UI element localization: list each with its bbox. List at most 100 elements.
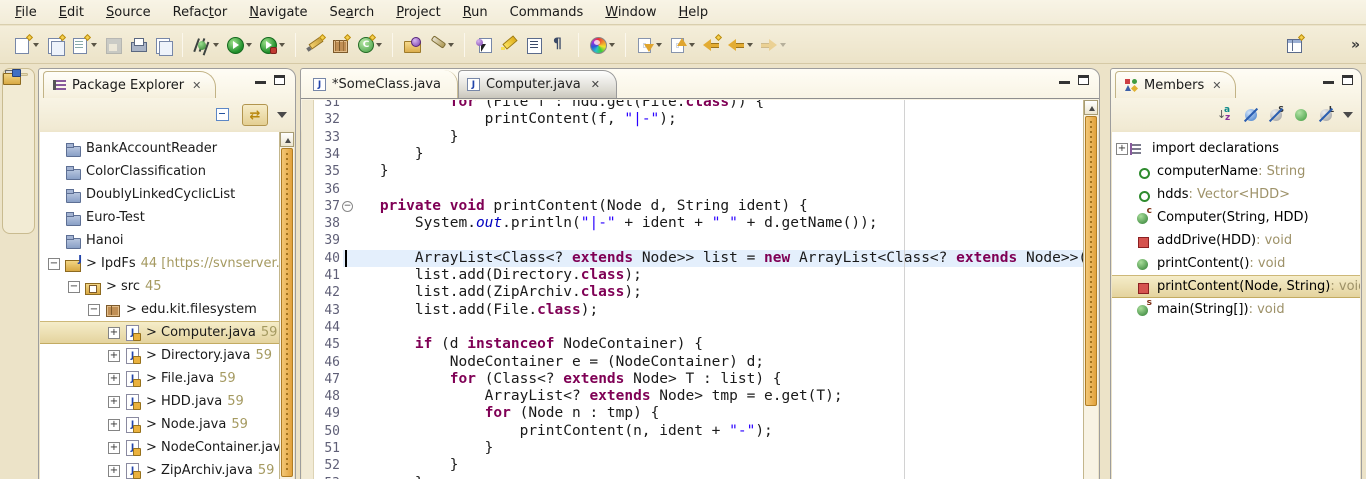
open-type-hierarchy-button[interactable] bbox=[473, 32, 495, 58]
next-annotation-button[interactable] bbox=[634, 32, 664, 58]
view-menu-button[interactable] bbox=[1343, 112, 1353, 118]
editor-tab-computerjava[interactable]: Computer.java✕ bbox=[458, 70, 617, 98]
menu-file[interactable]: File bbox=[4, 0, 48, 25]
maximize-button[interactable] bbox=[274, 75, 285, 85]
new-package-button[interactable] bbox=[329, 32, 351, 58]
hide-local-types-button[interactable]: L bbox=[1318, 107, 1334, 123]
menu-project[interactable]: Project bbox=[385, 0, 452, 25]
dropdown-arrow-icon[interactable] bbox=[780, 43, 786, 47]
tree-item[interactable]: DoublyLinkedCyclicList bbox=[40, 183, 279, 206]
scrollbar-thumb[interactable] bbox=[1085, 116, 1097, 406]
close-icon[interactable]: ✕ bbox=[591, 78, 600, 91]
collapse-icon[interactable]: − bbox=[88, 304, 100, 316]
tree-item[interactable]: BankAccountReader bbox=[40, 137, 279, 160]
previous-annotation-button[interactable] bbox=[667, 32, 697, 58]
tree-item[interactable]: −> src45 bbox=[40, 275, 279, 298]
member-item[interactable]: printContent(Node, String) : void bbox=[1112, 275, 1360, 298]
menu-window[interactable]: Window bbox=[594, 0, 667, 25]
dropdown-arrow-icon[interactable] bbox=[279, 43, 285, 47]
run-external-tools-button[interactable] bbox=[257, 32, 287, 58]
member-item[interactable]: hdds : Vector<HDD> bbox=[1112, 183, 1360, 206]
minimize-button[interactable] bbox=[1059, 75, 1070, 84]
search-button[interactable] bbox=[426, 32, 456, 58]
run-button[interactable] bbox=[224, 32, 254, 58]
hide-static-members-button[interactable]: S bbox=[1268, 107, 1284, 123]
tree-item[interactable]: −> edu.kit.filesystem bbox=[40, 298, 279, 321]
member-item[interactable]: computerName : String bbox=[1112, 160, 1360, 183]
dropdown-arrow-icon[interactable] bbox=[689, 43, 695, 47]
new-class-button[interactable] bbox=[354, 32, 384, 58]
expand-icon[interactable]: + bbox=[108, 442, 120, 454]
tree-item[interactable]: +> NodeContainer.java bbox=[40, 436, 279, 459]
menu-help[interactable]: Help bbox=[668, 0, 720, 25]
tree-item[interactable]: +> File.java59 bbox=[40, 367, 279, 390]
color-palette-button[interactable] bbox=[587, 32, 617, 58]
expand-icon[interactable]: + bbox=[108, 373, 120, 385]
scroll-up-arrow[interactable] bbox=[1084, 100, 1098, 115]
tree-item[interactable]: +> HDD.java59 bbox=[40, 390, 279, 413]
maximize-button[interactable] bbox=[1342, 75, 1353, 85]
mark-occurrences-button[interactable] bbox=[498, 32, 520, 58]
annotation-ruler[interactable] bbox=[302, 100, 314, 479]
hide-non-public-button[interactable] bbox=[1293, 107, 1309, 123]
editor-scrollbar[interactable] bbox=[1083, 100, 1098, 479]
link-with-editor-button[interactable]: ⇄ bbox=[242, 104, 268, 126]
tab-members[interactable]: Members ✕ bbox=[1115, 71, 1236, 98]
new-java-wizard-button[interactable] bbox=[304, 32, 326, 58]
tree-item[interactable]: −> IpdFs44 [https://svnserver.i bbox=[40, 252, 279, 275]
dropdown-arrow-icon[interactable] bbox=[213, 43, 219, 47]
dropdown-arrow-icon[interactable] bbox=[246, 43, 252, 47]
expand-icon[interactable]: + bbox=[108, 419, 120, 431]
pe-scrollbar[interactable] bbox=[279, 132, 294, 479]
member-item[interactable]: cComputer(String, HDD) bbox=[1112, 206, 1360, 229]
member-item[interactable]: smain(String[]) : void bbox=[1112, 298, 1360, 321]
dropdown-arrow-icon[interactable] bbox=[376, 43, 382, 47]
customize-perspective-button[interactable] bbox=[1283, 32, 1305, 58]
fold-collapse-icon[interactable]: − bbox=[342, 201, 353, 212]
hide-fields-button[interactable] bbox=[1243, 107, 1259, 123]
expand-icon[interactable]: + bbox=[108, 327, 120, 339]
menu-source[interactable]: Source bbox=[95, 0, 162, 25]
view-menu-button[interactable] bbox=[277, 112, 287, 118]
scrollbar-thumb[interactable] bbox=[281, 148, 293, 477]
scroll-up-arrow[interactable] bbox=[280, 132, 294, 147]
tree-item[interactable]: +> Directory.java59 bbox=[40, 344, 279, 367]
collapse-all-button[interactable] bbox=[215, 107, 233, 123]
open-resource-button[interactable] bbox=[401, 32, 423, 58]
member-item[interactable]: +import declarations bbox=[1112, 137, 1360, 160]
menu-refactor[interactable]: Refactor bbox=[162, 0, 239, 25]
collapse-icon[interactable]: − bbox=[68, 281, 80, 293]
code-area[interactable]: for (File f : hdd.get(File.class)) { pri… bbox=[343, 100, 1083, 479]
dropdown-arrow-icon[interactable] bbox=[91, 43, 97, 47]
copy-compare-button[interactable] bbox=[152, 32, 174, 58]
expand-icon[interactable]: + bbox=[108, 465, 120, 477]
menu-search[interactable]: Search bbox=[319, 0, 386, 25]
minimize-button[interactable] bbox=[1323, 75, 1334, 84]
dropdown-arrow-icon[interactable] bbox=[747, 43, 753, 47]
maximize-button[interactable] bbox=[1078, 75, 1089, 85]
expand-icon[interactable]: + bbox=[108, 350, 120, 362]
menu-edit[interactable]: Edit bbox=[48, 0, 95, 25]
expand-icon[interactable]: + bbox=[108, 396, 120, 408]
print-button[interactable] bbox=[127, 32, 149, 58]
editor-tab-someclassjava[interactable]: *SomeClass.java bbox=[305, 70, 458, 98]
minimize-button[interactable] bbox=[255, 75, 266, 84]
dropdown-arrow-icon[interactable] bbox=[609, 43, 615, 47]
dropdown-arrow-icon[interactable] bbox=[33, 43, 39, 47]
tree-item[interactable]: ColorClassification bbox=[40, 160, 279, 183]
menu-commands[interactable]: Commands bbox=[499, 0, 595, 25]
close-icon[interactable]: ✕ bbox=[1212, 79, 1221, 92]
dropdown-arrow-icon[interactable] bbox=[656, 43, 662, 47]
tab-package-explorer[interactable]: Package Explorer ✕ bbox=[43, 71, 216, 98]
tree-item[interactable]: +> Computer.java59 bbox=[40, 321, 279, 344]
debug-button[interactable] bbox=[191, 32, 221, 58]
tree-item[interactable]: Hanoi bbox=[40, 229, 279, 252]
toolbar-overflow-chevron[interactable]: » bbox=[1351, 37, 1358, 53]
tree-item[interactable]: +> ZipArchiv.java59 bbox=[40, 459, 279, 479]
new-window-button[interactable] bbox=[44, 32, 66, 58]
new-wizard-button[interactable] bbox=[11, 32, 41, 58]
menu-navigate[interactable]: Navigate bbox=[238, 0, 318, 25]
last-edit-location-button[interactable] bbox=[700, 32, 722, 58]
collapse-icon[interactable]: − bbox=[48, 258, 60, 270]
tree-item[interactable]: +> Node.java59 bbox=[40, 413, 279, 436]
